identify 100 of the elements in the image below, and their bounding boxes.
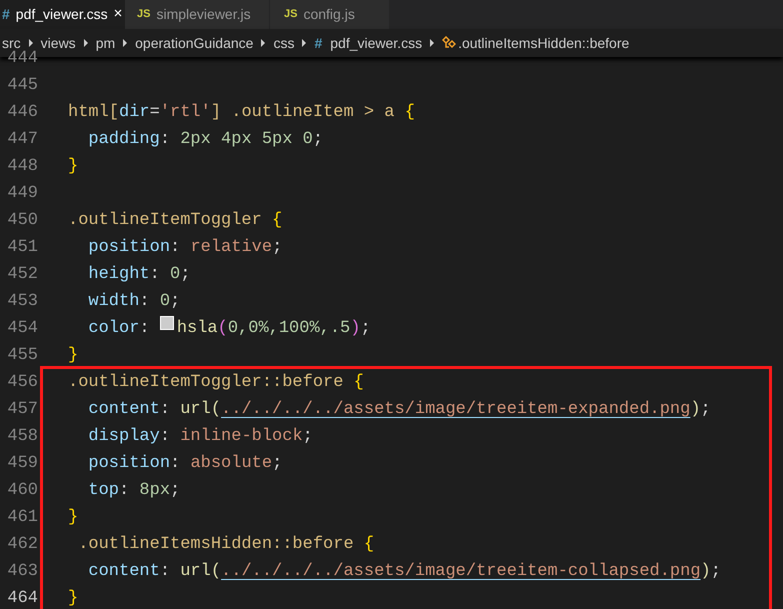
tab-label: pdf_viewer.css [16, 5, 108, 24]
code-punctuation: : [170, 452, 182, 475]
line-number: 464 [6, 588, 38, 609]
code-punctuation: : [170, 236, 182, 259]
line-number: 452 [6, 264, 38, 286]
code-punctuation: : [160, 560, 172, 583]
css-file-icon: # [2, 4, 10, 25]
code-punctuation: ; [180, 264, 190, 286]
chevron-right-icon [260, 39, 266, 47]
code-punctuation: ; [170, 480, 180, 502]
code-brace: { [272, 210, 282, 232]
css-selector: .outlineItemToggler [68, 210, 263, 232]
line-number: 462 [6, 534, 38, 556]
css-property: position [87, 236, 170, 259]
code-punctuation: : [160, 128, 172, 151]
css-function: ) [700, 560, 711, 583]
css-property: dir [119, 102, 150, 124]
line-number: 457 [6, 398, 38, 421]
line-number: 448 [6, 156, 38, 178]
css-number: 2px 4px 5px 0 [180, 128, 313, 151]
url-link[interactable]: ../../../../assets/image/treeitem-expanded.png [221, 396, 690, 422]
css-function: url( [180, 398, 222, 421]
line-number: 460 [6, 480, 38, 502]
chevron-right-icon [429, 39, 436, 47]
code-punctuation: ; [710, 560, 721, 583]
class-symbol-icon [442, 36, 456, 50]
line-number: 459 [6, 452, 38, 475]
code-brace: { [354, 372, 364, 394]
code-punctuation: : [119, 480, 130, 502]
css-selector: ] .outlineItem > a [210, 102, 396, 124]
css-value: relative [190, 236, 272, 259]
url-link[interactable]: ../../../../assets/image/treeitem-collapsed.png [221, 558, 701, 584]
css-selector: .outlineItemToggler::before [68, 372, 344, 394]
css-property: height [87, 264, 150, 286]
css-property: position [87, 452, 170, 475]
editor-tab[interactable]: # pdf_viewer.css × [0, 0, 125, 29]
css-value: inline-block [180, 426, 303, 448]
chevron-right-icon [122, 39, 128, 47]
breadcrumb-item[interactable]: .outlineItemsHidden::before [458, 32, 630, 54]
css-property: color [87, 318, 140, 340]
css-property: display [87, 426, 160, 448]
code-punctuation: : [139, 290, 151, 313]
code-punctuation: : [160, 426, 172, 448]
code-punctuation: ; [272, 452, 282, 475]
js-file-icon: JS [284, 6, 298, 23]
css-property: content [87, 398, 160, 421]
css-selector: .outlineItemsHidden::before [77, 534, 355, 556]
code-punctuation: ; [272, 236, 282, 259]
css-property: width [87, 290, 140, 313]
code-punctuation: ; [170, 290, 180, 313]
code-punctuation: = [150, 102, 160, 124]
css-property: padding [87, 128, 160, 151]
code-punctuation: : [150, 264, 161, 286]
line-number: 455 [6, 344, 38, 367]
line-number: 461 [6, 506, 38, 529]
line-number: 451 [6, 236, 38, 259]
css-function: hsla [176, 318, 218, 340]
code-brace: } [68, 344, 78, 367]
line-number: 453 [6, 290, 38, 313]
css-number: 8px [139, 480, 170, 502]
code-brace: } [68, 506, 78, 529]
code-brace: } [68, 588, 78, 609]
close-icon[interactable]: × [114, 3, 122, 26]
tab-label: config.js [303, 5, 355, 24]
code-punctuation: : [139, 318, 151, 340]
css-number: 0 [160, 290, 170, 313]
breadcrumb-item[interactable]: css [273, 32, 294, 54]
css-function: ) [690, 398, 701, 421]
breadcrumb-item[interactable]: pdf_viewer.css [330, 32, 422, 54]
code-paren: ( [218, 318, 228, 340]
line-number: 458 [6, 426, 38, 448]
code-brace: { [364, 534, 374, 556]
line-number: 445 [6, 74, 38, 97]
line-number: 444 [6, 48, 38, 70]
breadcrumb-item[interactable]: views [40, 32, 76, 54]
css-property: top [87, 480, 120, 502]
line-number: 456 [6, 372, 38, 394]
code-punctuation: ; [700, 398, 711, 421]
code-brace: { [404, 102, 415, 124]
code-punctuation: ; [360, 318, 371, 340]
css-file-icon: # [314, 32, 322, 54]
css-property: content [87, 560, 160, 583]
line-number: 449 [6, 182, 38, 205]
line-number: 454 [6, 318, 38, 340]
code-brace: } [68, 156, 78, 178]
chevron-right-icon [28, 39, 34, 47]
chevron-right-icon [82, 39, 89, 47]
tab-label: simpleviewer.js [156, 5, 251, 24]
editor-tab[interactable]: JS config.js [270, 0, 390, 29]
editor-tab[interactable]: JS simpleviewer.js [125, 0, 270, 29]
css-value: 'rtl' [160, 102, 211, 124]
line-number: 463 [6, 560, 38, 583]
breadcrumb-item[interactable]: pm [96, 32, 116, 54]
code-punctuation: ; [302, 426, 313, 448]
code-punctuation: ; [312, 128, 324, 151]
css-selector: html[ [68, 102, 120, 124]
code-paren: ) [350, 318, 360, 340]
breadcrumb-item[interactable]: operationGuidance [135, 32, 254, 54]
color-swatch-icon[interactable] [160, 316, 174, 330]
code-punctuation: : [160, 398, 172, 421]
